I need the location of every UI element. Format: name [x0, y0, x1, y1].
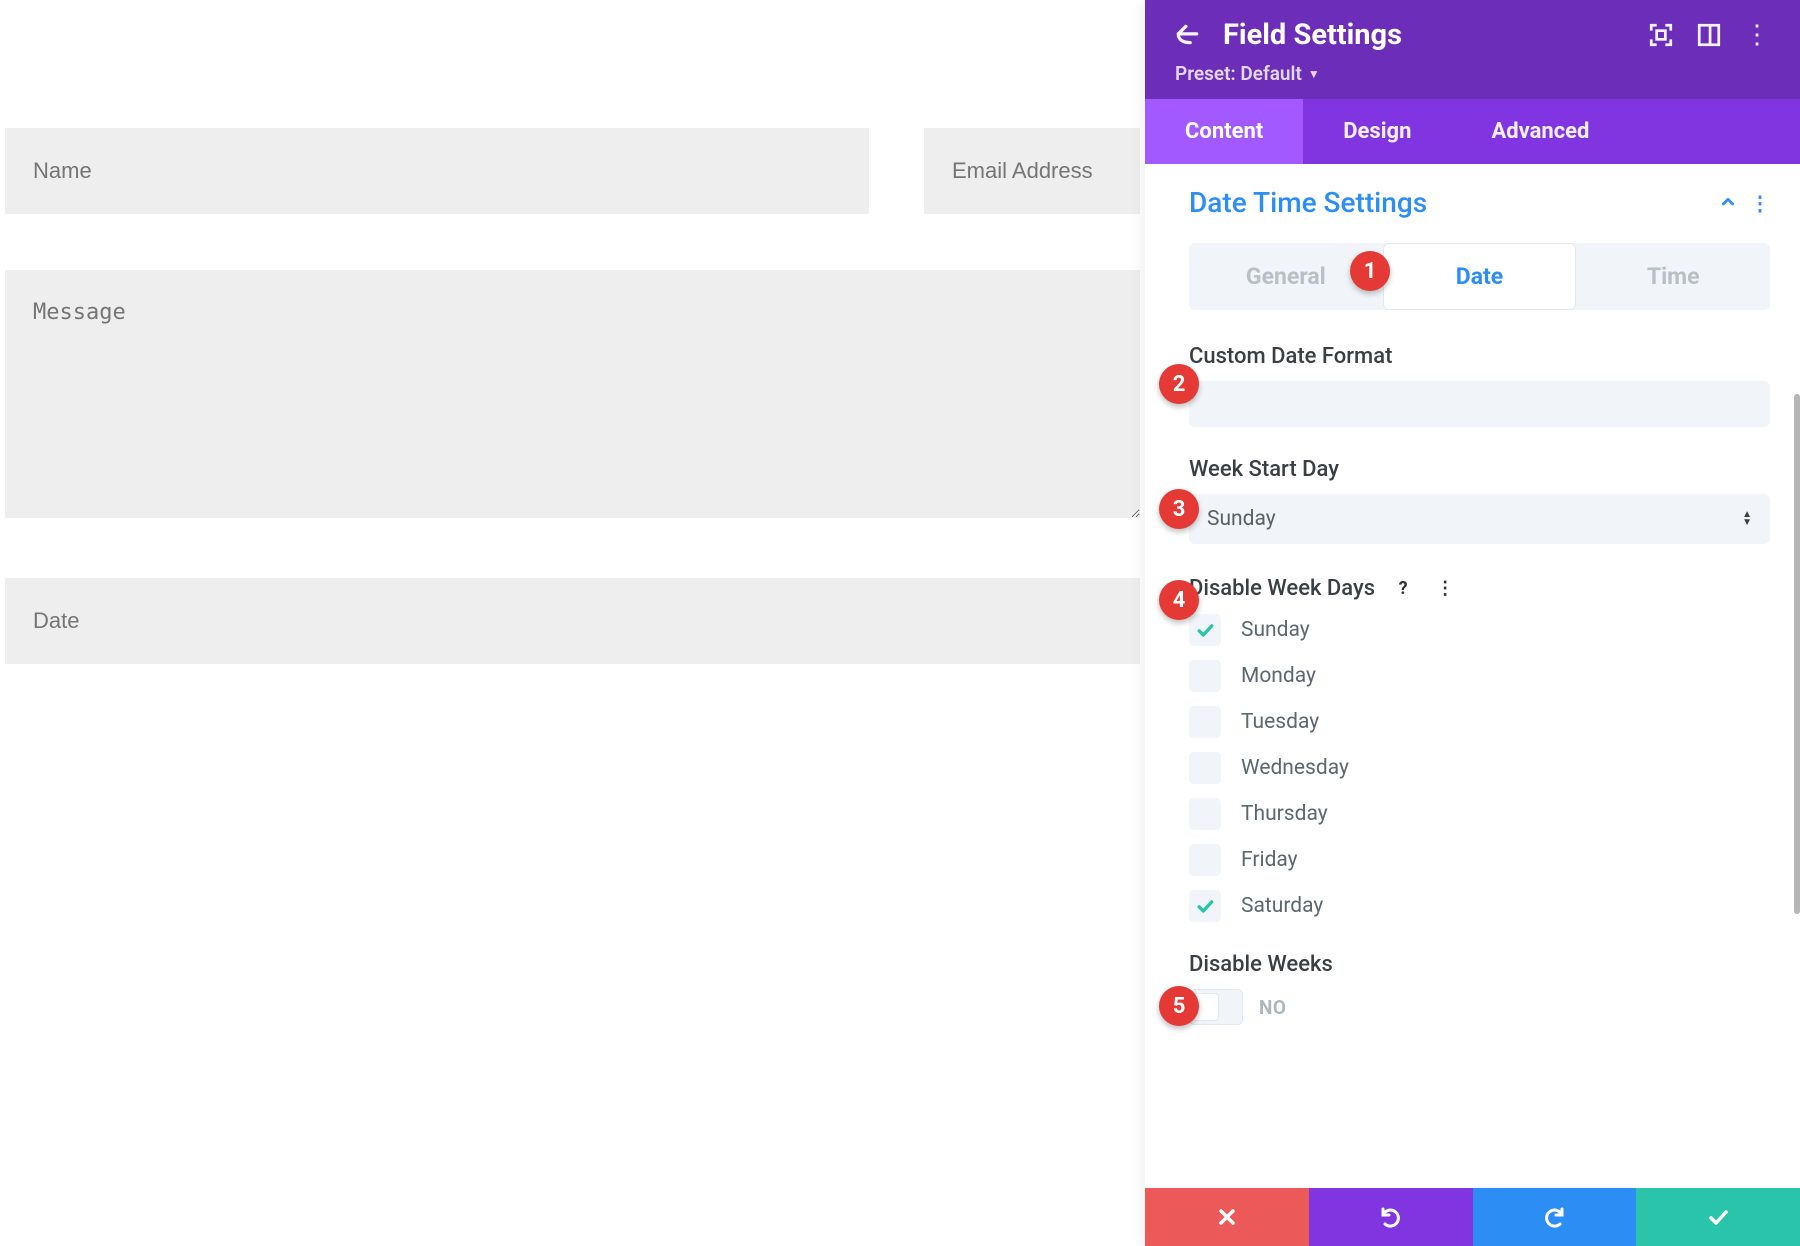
- disable-weeks-label: Disable Weeks: [1189, 952, 1770, 977]
- preset-dropdown[interactable]: Preset: Default ▼: [1175, 62, 1320, 85]
- tab-design[interactable]: Design: [1303, 99, 1451, 164]
- section-more-icon[interactable]: ⋮: [1750, 191, 1770, 215]
- checkbox-label: Wednesday: [1241, 756, 1349, 780]
- cancel-button[interactable]: [1145, 1188, 1309, 1246]
- annotation-marker-4: 4: [1159, 580, 1199, 620]
- week-start-select[interactable]: Sunday ▲▼: [1189, 494, 1770, 544]
- panel-title: Field Settings: [1223, 18, 1626, 52]
- subtab-time[interactable]: Time: [1576, 243, 1770, 310]
- disable-day-item[interactable]: Thursday: [1189, 798, 1770, 830]
- option-more-icon[interactable]: ⋮: [1431, 574, 1459, 602]
- checkbox[interactable]: [1189, 614, 1221, 646]
- disable-day-item[interactable]: Tuesday: [1189, 706, 1770, 738]
- disable-day-item[interactable]: Friday: [1189, 844, 1770, 876]
- disable-day-item[interactable]: Wednesday: [1189, 752, 1770, 784]
- disable-days-label-text: Disable Week Days: [1189, 576, 1375, 601]
- disable-day-item[interactable]: Sunday: [1189, 614, 1770, 646]
- snap-icon[interactable]: [1696, 22, 1722, 48]
- checkbox-label: Tuesday: [1241, 710, 1319, 734]
- panel-tabs: Content Design Advanced: [1145, 99, 1800, 164]
- email-field[interactable]: [924, 128, 1140, 214]
- week-start-value: Sunday: [1207, 507, 1276, 531]
- disable-day-item[interactable]: Saturday: [1189, 890, 1770, 922]
- option-custom-date-format: 2 Custom Date Format: [1189, 344, 1770, 427]
- back-icon[interactable]: [1175, 22, 1201, 48]
- option-disable-weeks: 5 Disable Weeks NO: [1189, 952, 1770, 1025]
- collapse-icon[interactable]: [1720, 191, 1736, 215]
- checkbox-label: Monday: [1241, 664, 1316, 688]
- expand-icon[interactable]: [1648, 22, 1674, 48]
- checkbox[interactable]: [1189, 890, 1221, 922]
- custom-date-format-label: Custom Date Format: [1189, 344, 1770, 369]
- checkbox[interactable]: [1189, 844, 1221, 876]
- select-caret-icon: ▲▼: [1742, 512, 1752, 526]
- annotation-marker-3: 3: [1159, 489, 1199, 529]
- annotation-marker-5: 5: [1159, 986, 1199, 1026]
- option-disable-days: 4 Disable Week Days ? ⋮ SundayMondayTues…: [1189, 574, 1770, 922]
- checkbox-label: Saturday: [1241, 894, 1323, 918]
- message-field[interactable]: [5, 270, 1140, 518]
- tab-content[interactable]: Content: [1145, 99, 1303, 164]
- checkbox-label: Thursday: [1241, 802, 1328, 826]
- settings-panel: Field Settings ⋮ Preset: Default ▼ Conte…: [1145, 0, 1800, 1246]
- name-field[interactable]: [5, 128, 869, 214]
- checkbox[interactable]: [1189, 798, 1221, 830]
- caret-down-icon: ▼: [1308, 67, 1320, 81]
- tab-advanced[interactable]: Advanced: [1451, 99, 1629, 164]
- subtabs: General Date Time 1: [1189, 243, 1770, 310]
- section-title[interactable]: Date Time Settings: [1189, 186, 1427, 219]
- checkbox-label: Friday: [1241, 848, 1298, 872]
- scrollbar[interactable]: [1794, 394, 1800, 914]
- undo-button[interactable]: [1309, 1188, 1473, 1246]
- disable-days-label: Disable Week Days ? ⋮: [1189, 574, 1770, 602]
- disable-weeks-state: NO: [1259, 996, 1287, 1019]
- week-start-label: Week Start Day: [1189, 457, 1770, 482]
- panel-body: Date Time Settings ⋮ General Date Time 1…: [1145, 164, 1800, 1188]
- checkbox-label: Sunday: [1241, 618, 1310, 642]
- annotation-marker-1: 1: [1350, 251, 1390, 291]
- panel-footer: [1145, 1188, 1800, 1246]
- panel-header: Field Settings ⋮ Preset: Default ▼: [1145, 0, 1800, 99]
- form-preview: [0, 0, 1145, 1246]
- section-header: Date Time Settings ⋮: [1189, 186, 1770, 219]
- checkbox[interactable]: [1189, 752, 1221, 784]
- annotation-marker-2: 2: [1159, 364, 1199, 404]
- date-field[interactable]: [5, 578, 1140, 664]
- custom-date-format-input[interactable]: [1189, 381, 1770, 427]
- app-root: Field Settings ⋮ Preset: Default ▼ Conte…: [0, 0, 1800, 1246]
- checkbox[interactable]: [1189, 706, 1221, 738]
- save-button[interactable]: [1636, 1188, 1800, 1246]
- preset-label: Preset: Default: [1175, 62, 1302, 85]
- disable-days-list: Sunday Monday Tuesday Wednesday Thursday Frid…: [1189, 614, 1770, 922]
- disable-day-item[interactable]: Monday: [1189, 660, 1770, 692]
- help-icon[interactable]: ?: [1389, 574, 1417, 602]
- subtab-date[interactable]: Date: [1383, 243, 1577, 310]
- option-week-start: 3 Week Start Day Sunday ▲▼: [1189, 457, 1770, 544]
- header-more-icon[interactable]: ⋮: [1744, 22, 1770, 48]
- checkbox[interactable]: [1189, 660, 1221, 692]
- redo-button[interactable]: [1473, 1188, 1637, 1246]
